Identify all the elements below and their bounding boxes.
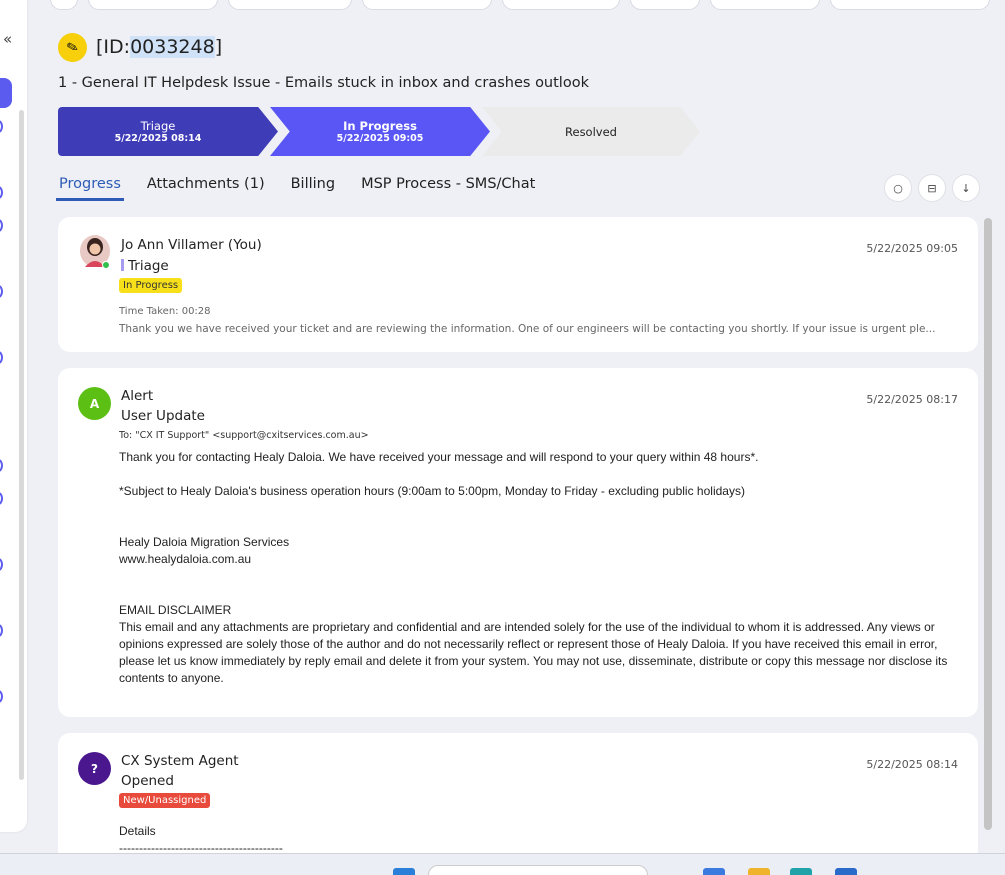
feed-scrollbar[interactable] — [984, 218, 992, 830]
taskbar-app-icon[interactable] — [835, 868, 857, 875]
stage-label: Resolved — [565, 124, 617, 139]
start-icon[interactable] — [393, 868, 415, 875]
disclaimer-title: EMAIL DISCLAIMER — [119, 603, 232, 617]
stage-date: 5/22/2025 08:14 — [114, 133, 202, 144]
chat-icon[interactable]: ○ — [884, 174, 912, 202]
message-line: *Subject to Healy Daloia's business oper… — [119, 484, 745, 498]
entry-subtitle: Opened — [121, 773, 174, 789]
filter-chip[interactable] — [88, 0, 218, 10]
filter-chip[interactable] — [50, 0, 78, 10]
stage-resolved[interactable]: Resolved — [482, 107, 700, 156]
stage-label: Triage — [140, 119, 176, 133]
entry-timestamp: 5/22/2025 08:17 — [866, 393, 958, 406]
status-badge: New/Unassigned — [119, 793, 211, 808]
message-line: Thank you for contacting Healy Daloia. W… — [119, 450, 759, 464]
folder-icon[interactable] — [748, 868, 770, 875]
id-number: 0033248 — [130, 36, 215, 58]
tab-msp-process[interactable]: MSP Process - SMS/Chat — [358, 176, 538, 201]
left-sidebar: « — [0, 0, 27, 832]
sidebar-item-active[interactable] — [0, 78, 12, 108]
time-taken: Time Taken: 00:28 — [119, 306, 211, 317]
sidebar-item[interactable] — [0, 186, 3, 199]
ticket-title: 1 - General IT Helpdesk Issue - Emails s… — [58, 75, 589, 91]
taskbar-app-icon[interactable] — [703, 868, 725, 875]
details-label: Details — [119, 824, 156, 838]
sidebar-item[interactable] — [0, 351, 3, 364]
id-suffix: ] — [214, 36, 223, 58]
os-taskbar — [0, 853, 1005, 875]
tab-billing[interactable]: Billing — [288, 176, 338, 201]
browser-icon[interactable] — [790, 868, 812, 875]
subtitle-text: Triage — [128, 258, 169, 274]
author-name: CX System Agent — [121, 753, 239, 769]
stage-label: In Progress — [343, 119, 417, 133]
company-name: Healy Daloia Migration Services — [119, 535, 290, 549]
avatar: ? — [78, 752, 111, 785]
sidebar-item[interactable] — [0, 459, 3, 472]
online-indicator — [102, 261, 110, 269]
sidebar-item[interactable] — [0, 219, 3, 232]
top-filter-strip — [50, 0, 1005, 10]
filter-chip[interactable] — [830, 0, 990, 10]
stage-triage[interactable]: Triage 5/22/2025 08:14 — [58, 107, 278, 156]
collapse-icon[interactable]: ⊟ — [918, 174, 946, 202]
sidebar-item[interactable] — [0, 558, 3, 571]
ticket-icon: ✎ — [54, 29, 91, 66]
sidebar-item[interactable] — [0, 690, 3, 703]
email-recipient: To: "CX IT Support" <support@cxitservice… — [119, 430, 369, 441]
tab-bar: Progress Attachments (1) Billing MSP Pro… — [56, 176, 558, 201]
entry-subtitle: User Update — [121, 408, 205, 424]
id-prefix: [ID: — [96, 36, 131, 58]
entry-snippet[interactable]: Thank you we have received your ticket a… — [119, 323, 957, 335]
taskbar-search[interactable] — [428, 865, 648, 875]
stage-date: 5/22/2025 09:05 — [336, 133, 424, 144]
filter-chip[interactable] — [630, 0, 700, 10]
stage-in-progress[interactable]: In Progress 5/22/2025 09:05 — [270, 107, 490, 156]
ticket-id: [ID:0033248] — [96, 36, 222, 58]
filter-chip[interactable] — [502, 0, 620, 10]
avatar: A — [78, 387, 111, 420]
sidebar-item[interactable] — [0, 285, 3, 298]
tab-attachments[interactable]: Attachments (1) — [144, 176, 268, 201]
double-chevron-left-icon[interactable]: « — [3, 30, 12, 48]
sidebar-item[interactable] — [0, 624, 3, 637]
feed-entry-triage: Jo Ann Villamer (You) Triage In Progress… — [58, 217, 978, 352]
feed-entry-system: ? CX System Agent Opened New/Unassigned … — [58, 733, 978, 863]
filter-chip[interactable] — [228, 0, 352, 10]
filter-chip[interactable] — [710, 0, 820, 10]
company-website[interactable]: www.healydaloia.com.au — [119, 551, 251, 568]
entry-subtitle: Triage — [121, 258, 169, 274]
feed-entry-alert: A Alert User Update To: "CX IT Support" … — [58, 368, 978, 717]
disclaimer-text: This email and any attachments are propr… — [119, 620, 948, 685]
stage-progress: Triage 5/22/2025 08:14 In Progress 5/22/… — [58, 107, 708, 156]
entry-timestamp: 5/22/2025 08:14 — [866, 758, 958, 771]
entry-timestamp: 5/22/2025 09:05 — [866, 242, 958, 255]
status-badge: In Progress — [119, 278, 183, 293]
author-name: Jo Ann Villamer (You) — [121, 237, 262, 253]
tab-progress[interactable]: Progress — [56, 176, 124, 201]
sidebar-item[interactable] — [0, 120, 3, 133]
sidebar-scrollbar[interactable] — [19, 110, 24, 780]
filter-chip[interactable] — [362, 0, 492, 10]
download-icon[interactable]: ↓ — [952, 174, 980, 202]
author-name: Alert — [121, 388, 154, 404]
sidebar-item[interactable] — [0, 492, 3, 505]
